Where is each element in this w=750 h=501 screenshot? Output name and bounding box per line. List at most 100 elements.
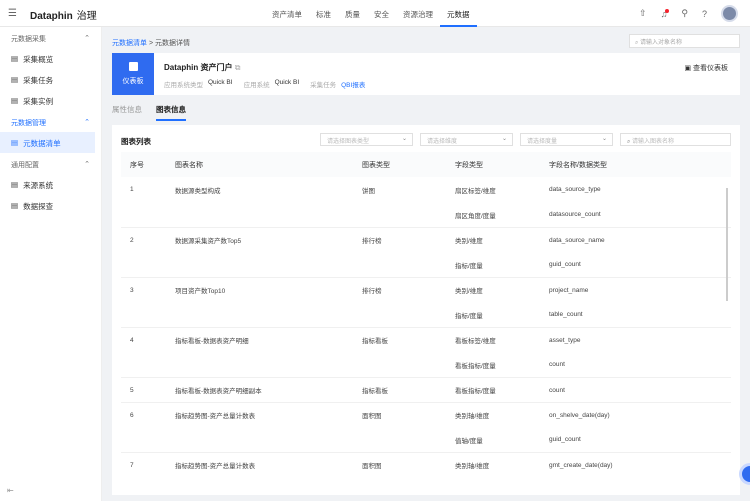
sidebar-item-label: 数据探查 (23, 202, 54, 211)
cell-field: data_source_name (549, 236, 605, 244)
cell-field_type: 指标/度量 (455, 312, 483, 320)
cell-field_type: 指标/度量 (455, 262, 483, 270)
sidebar-item[interactable]: ▤ 采集实例 (0, 90, 101, 111)
meta-key: 应用系统 (243, 82, 270, 89)
meta-value[interactable]: QBI报表 (341, 79, 365, 89)
chevron-down-icon: ⌄ (401, 136, 407, 142)
chevron-up-icon: ⌃ (84, 35, 90, 42)
chart-name-search-input[interactable]: ⌕ 请输入图表名称 (620, 133, 731, 146)
sidebar-group[interactable]: 元数据管理 ⌃ (0, 111, 101, 132)
cell-field_type: 类别轴/维度 (455, 463, 490, 470)
table-row: 指标/度量 guid_count (121, 252, 731, 277)
sidebar-group-label: 通用配置 (11, 162, 39, 169)
cell-field: asset_type (549, 336, 581, 344)
logo[interactable]: Dataphin 治理 (30, 7, 97, 22)
top-nav: 资产清单 标准 质量 安全 资源治理 元数据 (265, 0, 477, 27)
cell-field: table_count (549, 311, 583, 318)
copy-icon[interactable]: ⧉ (235, 63, 241, 72)
table-row: 7 指标趋势图-资产总量计数表 面积图 类别轴/维度 gmt_create_date(d… (121, 452, 731, 477)
breadcrumb-link[interactable]: 元数据清单 (112, 40, 147, 47)
table-row: 值轴/度量 guid_count (121, 427, 731, 452)
sidebar-item-label: 采集实例 (23, 97, 54, 106)
chevron-down-icon: ⌄ (601, 136, 607, 142)
measure-select[interactable]: 请选择度量 ⌄ (520, 133, 613, 146)
table-row: 看板指标/度量 count (121, 352, 731, 377)
nav-item[interactable]: 安全 (367, 0, 396, 27)
sidebar-group[interactable]: 通用配置 ⌃ (0, 153, 101, 174)
chart-list-title: 图表列表 (121, 137, 151, 146)
tab[interactable]: 属性信息 (112, 104, 142, 121)
table-row: 指标/度量 table_count (121, 302, 731, 327)
nav-item[interactable]: 资产清单 (265, 0, 309, 27)
cell-field_type: 看板指标/度量 (455, 388, 496, 395)
dimension-select[interactable]: 请选择维度 ⌄ (420, 133, 513, 146)
tools-icon[interactable]: ⚲ (681, 8, 688, 19)
cell-field: project_name (549, 286, 589, 294)
top-bar: ☰ Dataphin 治理 资产清单 标准 质量 安全 资源治理 元数据 ⇧ ♫ ⚲ ? (0, 0, 750, 27)
notification-icon[interactable]: ♫ (661, 8, 670, 19)
menu-icon[interactable]: ☰ (8, 8, 17, 19)
view-dashboard-button[interactable]: ▣ 查看仪表板 (684, 63, 728, 73)
cell-no: 5 (130, 386, 134, 394)
asset-header: 仪表板 Dataphin 资产门户 ⧉ 应用系统类型 Quick BI 应用系统 Qu… (112, 53, 740, 95)
table-header: 序号 图表名称 图表类型 字段类型 字段名称/数据类型 (121, 152, 731, 177)
assistant-button[interactable] (739, 463, 750, 485)
cell-name: 指标看板-数据表资产明细副本 (175, 388, 262, 395)
sidebar-item[interactable]: ▤ 采集概览 (0, 48, 101, 69)
sidebar-item-label: 采集概览 (23, 55, 54, 64)
column-header: 字段类型 (455, 161, 483, 169)
source-icon: ▤ (11, 180, 19, 189)
column-header: 序号 (130, 161, 144, 169)
cell-type: 排行榜 (362, 288, 382, 295)
avatar[interactable] (721, 5, 738, 22)
cell-no: 6 (130, 411, 134, 419)
meta-value: Quick BI (274, 79, 300, 86)
chart-icon (128, 62, 138, 71)
instance-icon: ▤ (11, 96, 19, 105)
cell-field_type: 类别轴/维度 (455, 413, 490, 420)
sidebar-item[interactable]: ▤ 采集任务 (0, 69, 101, 90)
chevron-up-icon: ⌃ (84, 161, 90, 168)
column-header: 字段名称/数据类型 (549, 161, 607, 169)
nav-item[interactable]: 质量 (338, 0, 367, 27)
sidebar: ⇤ 元数据采集 ⌃ ▤ 采集概览 ▤ 采集任务 ▤ 采集实例 元数据管理 ⌃ ▤ 元数据清单 通用配置 ⌃… (0, 27, 102, 501)
collapse-icon[interactable]: ⇤ (7, 486, 14, 495)
cell-field_type: 看板指标/度量 (455, 362, 496, 370)
nav-item[interactable]: 资源治理 (396, 0, 440, 27)
cell-field: guid_count (549, 436, 581, 443)
chart-type-select[interactable]: 请选择图表类型 ⌄ (320, 133, 413, 146)
cell-field_type: 扇区标签/维度 (455, 187, 496, 195)
cell-field: count (549, 361, 565, 368)
cell-field_type: 类别/维度 (455, 238, 483, 245)
cell-name: 指标趋势图-资产总量计数表 (175, 463, 256, 470)
tab[interactable]: 图表信息 (156, 104, 186, 121)
sidebar-group-label: 元数据管理 (11, 120, 46, 127)
meta-key: 应用系统类型 (164, 82, 203, 89)
nav-item[interactable]: 元数据 (440, 0, 477, 27)
cell-field: datasource_count (549, 211, 601, 218)
dashboard-badge: 仪表板 (112, 53, 154, 95)
scrollbar[interactable] (726, 188, 728, 301)
sidebar-item[interactable]: ▤ 元数据清单 (0, 132, 95, 153)
breadcrumb: 元数据清单 > 元数据详情 (112, 40, 190, 47)
meta-key: 采集任务 (310, 82, 337, 89)
asset-meta: 应用系统类型 Quick BI 应用系统 Quick BI 采集任务 QBI报表 (164, 79, 371, 89)
cell-field: on_shelve_date(day) (549, 411, 610, 419)
meta-value: Quick BI (208, 79, 233, 86)
object-search-input[interactable]: ⌕ 请输入对象名称 (629, 34, 740, 48)
nav-item[interactable]: 标准 (309, 0, 338, 27)
upload-icon[interactable]: ⇧ (639, 8, 647, 19)
sidebar-group-label: 元数据采集 (11, 36, 46, 43)
cell-type: 排行榜 (362, 238, 382, 245)
sidebar-group[interactable]: 元数据采集 ⌃ (0, 27, 101, 48)
cell-field: data_source_type (549, 186, 601, 193)
sidebar-item-label: 元数据清单 (23, 139, 61, 148)
cell-name: 数据源采集资产数Top5 (175, 238, 242, 245)
sidebar-item[interactable]: ▤ 数据探查 (0, 195, 101, 216)
table-row: 扇区角度/度量 datasource_count (121, 202, 731, 227)
breadcrumb-current: 元数据详情 (154, 40, 190, 47)
sidebar-item-label: 采集任务 (23, 76, 54, 85)
table-row: 1 数据源类型构成 饼图 扇区标签/维度 data_source_type (121, 177, 731, 202)
help-icon[interactable]: ? (702, 9, 707, 19)
sidebar-item[interactable]: ▤ 来源系统 (0, 174, 101, 195)
